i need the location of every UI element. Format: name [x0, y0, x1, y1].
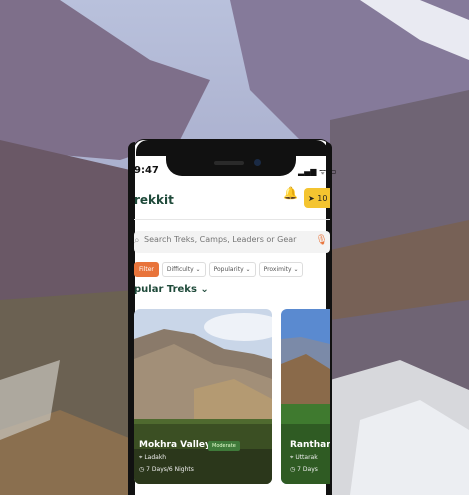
- section-title[interactable]: pular Treks ⌄: [134, 284, 209, 295]
- trek-name: Mokhra Valley: [139, 440, 211, 450]
- trek-name: Ranthan: [290, 440, 330, 450]
- status-time: 9:47: [134, 165, 159, 176]
- trek-card[interactable]: Mokhra Valley Moderate ⌖ Ladakh ◷ 7 Days…: [134, 309, 272, 484]
- send-button[interactable]: ➤ 10: [304, 188, 330, 208]
- search-icon: ⌕: [134, 235, 140, 246]
- search-input[interactable]: [142, 234, 316, 245]
- trek-card[interactable]: Ranthan ⌖ Uttarak ◷ 7 Days: [281, 309, 330, 484]
- difficulty-chip[interactable]: Difficulty ⌄: [161, 262, 206, 277]
- header-divider: [134, 219, 330, 220]
- camera-icon: [254, 159, 261, 166]
- proximity-chip[interactable]: Proximity ⌄: [258, 262, 304, 277]
- filter-chip[interactable]: Filter: [134, 262, 159, 277]
- mic-icon[interactable]: 🎙: [315, 235, 328, 246]
- clock-icon: ◷: [139, 466, 145, 473]
- send-button-label: 10: [317, 193, 328, 203]
- app-title: rekkit: [134, 193, 174, 207]
- phone-notch: [166, 152, 296, 176]
- trek-location: ⌖ Ladakh: [139, 454, 167, 461]
- location-pin-icon: ⌖: [290, 454, 294, 461]
- send-icon: ➤: [308, 193, 315, 203]
- clock-icon: ◷: [290, 466, 296, 473]
- filter-chips: Filter Difficulty ⌄ Popularity ⌄ Proximity …: [134, 262, 330, 277]
- trek-duration: ◷ 7 Days: [290, 466, 318, 473]
- section-title-text: pular Treks: [134, 284, 197, 295]
- difficulty-badge: Moderate: [208, 441, 240, 451]
- location-pin-icon: ⌖: [139, 454, 143, 461]
- bell-icon[interactable]: 🔔: [283, 186, 298, 200]
- trek-location: ⌖ Uttarak: [290, 454, 318, 461]
- search-bar[interactable]: ⌕ 🎙: [134, 231, 330, 253]
- signal-wifi-battery-icon: ▂▄▆ ᯤ ▭: [298, 167, 337, 176]
- speaker: [214, 161, 244, 165]
- chevron-down-icon: ⌄: [200, 284, 209, 295]
- popularity-chip[interactable]: Popularity ⌄: [208, 262, 256, 277]
- trek-duration: ◷ 7 Days/6 Nights: [139, 466, 194, 473]
